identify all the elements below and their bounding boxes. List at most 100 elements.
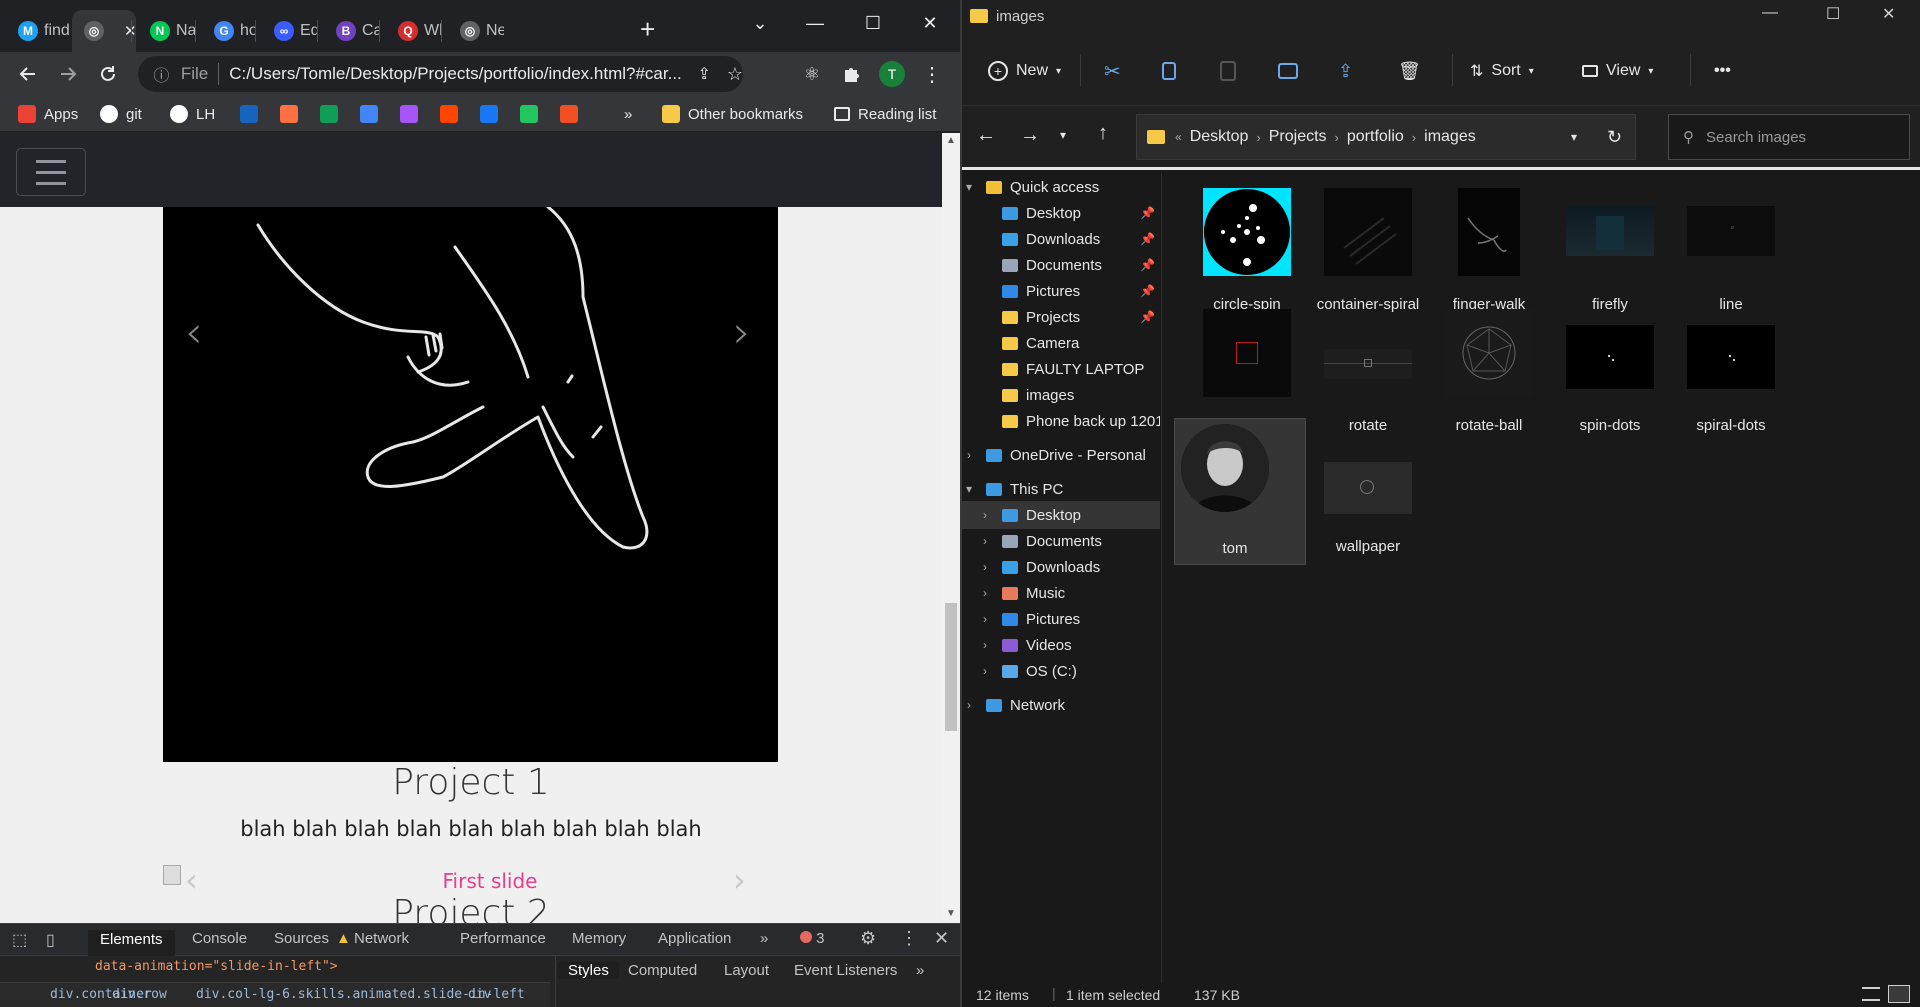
maximize-button[interactable]: ☐ [1826,4,1840,24]
address-dropdown-icon[interactable]: ▾ [1571,130,1577,144]
nav-this-pc[interactable]: ▾ This PC [962,475,1160,503]
bookmark-8[interactable] [440,102,458,126]
carousel-prev-button[interactable]: ‹ [185,307,203,358]
chevron-down-icon[interactable]: ▾ [962,482,976,496]
share-icon[interactable]: ⇪ [697,64,710,84]
device-toolbar-icon[interactable]: ▯ [46,930,55,950]
recent-chevron-icon[interactable]: ▾ [1060,128,1066,142]
nav-quick-downloads[interactable]: Downloads 📌 [962,225,1160,253]
bookmark-5[interactable] [320,102,338,126]
nav-pc-documents[interactable]: › Documents [962,527,1160,555]
address-bar[interactable]: ⓘ File C:/Users/Tomle/Desktop/Projects/p… [138,56,743,92]
chevron-right-icon[interactable]: › [978,612,992,626]
nav-pc-desktop[interactable]: › Desktop [962,501,1160,529]
back-button[interactable] [14,60,42,88]
chevron-right-icon[interactable]: › [978,586,992,600]
scrollbar-thumb[interactable] [945,603,957,731]
bookmark-2[interactable]: LH [170,102,215,126]
maximize-button[interactable]: ☐ [853,6,893,40]
breadcrumb-item[interactable]: div.row [112,987,167,1002]
hamburger-menu-button[interactable] [16,148,86,196]
settings-gear-icon[interactable]: ⚙ [860,928,876,949]
chrome-menu-button[interactable]: ⋮ [918,60,946,88]
path-segment[interactable]: Desktop [1190,128,1249,146]
bookmark-11[interactable] [560,102,578,126]
file-item-wallpaper[interactable]: wallpaper [1303,422,1433,567]
back-arrow-icon[interactable]: ← [976,124,996,147]
devtools-more-tabs[interactable]: » [760,930,768,947]
paste-button[interactable] [1220,58,1236,84]
chevron-right-icon[interactable]: › [1256,130,1260,145]
path-segment[interactable]: portfolio [1347,128,1404,146]
info-icon[interactable]: ⓘ [148,62,175,86]
devtools-tab-sources[interactable]: Sources [274,930,329,947]
more-options-button[interactable]: ••• [1714,58,1731,84]
reading-list[interactable]: Reading list [834,102,936,126]
bookmark-3[interactable] [240,102,258,126]
tab-1[interactable]: ◎ ✕ [72,10,136,52]
bookmark-7[interactable] [400,102,418,126]
path-segment[interactable]: Projects [1269,128,1327,146]
tab-7[interactable]: ◎ Nev [442,10,504,52]
nav-quick-camera[interactable]: Camera [962,329,1160,357]
cut-button[interactable]: ✂ [1104,58,1121,84]
file-item-rotate-ball[interactable]: rotate-ball [1424,301,1554,446]
nav-quick-pictures[interactable]: Pictures 📌 [962,277,1160,305]
minimize-button[interactable]: — [795,6,835,40]
tab-5[interactable]: B Carc [318,10,380,52]
nav-quick-phone-back-up-1201[interactable]: Phone back up 1201 [962,407,1160,435]
nav-quick-documents[interactable]: Documents 📌 [962,251,1160,279]
bookmark-4[interactable] [280,102,298,126]
chevron-right-icon[interactable]: › [962,448,976,462]
chevron-right-icon[interactable]: › [978,534,992,548]
nav-pc-videos[interactable]: › Videos [962,631,1160,659]
styles-more-tabs[interactable]: » [916,962,924,979]
nav-quick-projects[interactable]: Projects 📌 [962,303,1160,331]
nav-pc-downloads[interactable]: › Downloads [962,553,1160,581]
error-badge[interactable]: 3 [800,930,825,947]
scroll-up-arrow[interactable]: ▲ [946,135,956,146]
code-line[interactable]: data-animation="slide-in-left"> [95,959,338,974]
extensions-icon[interactable] [838,60,866,88]
up-arrow-icon[interactable]: ↑ [1098,122,1108,145]
copy-button[interactable] [1162,58,1176,84]
chevron-right-icon[interactable]: › [978,508,992,522]
tab-6[interactable]: Q Wha [380,10,442,52]
search-input[interactable]: ⚲ Search images [1668,114,1910,160]
path-segment[interactable]: images [1424,128,1476,146]
chevron-right-icon[interactable]: › [1412,130,1416,145]
refresh-icon[interactable]: ↻ [1607,127,1622,148]
nav-network[interactable]: › Network [962,691,1160,719]
tab-search-button[interactable]: ⌄ [740,6,780,40]
tiles-view-icon[interactable] [1888,985,1910,1003]
devtools-menu-icon[interactable]: ⋮ [900,928,918,949]
forward-button[interactable] [54,60,82,88]
bookmark-9[interactable] [480,102,498,126]
carousel-next-button[interactable]: › [733,307,751,358]
sort-button[interactable]: ⇅ Sort ▾ [1470,58,1534,84]
new-tab-button[interactable]: + [640,14,655,45]
nav-pc-os-c-[interactable]: › OS (C:) [962,657,1160,685]
minimize-button[interactable]: — [1762,4,1778,22]
forward-arrow-icon[interactable]: → [1020,124,1040,147]
chevron-down-icon[interactable]: ▾ [962,180,976,194]
style-tab-styles[interactable]: Styles [558,962,619,979]
file-item-spin-dots[interactable]: spin-dots [1545,301,1675,446]
chevron-right-icon[interactable]: › [1335,130,1339,145]
bookmark-10[interactable] [520,102,538,126]
breadcrumb-item[interactable]: div [468,987,491,1002]
devtools-tab-application[interactable]: Application [658,930,731,947]
devtools-close-icon[interactable]: ✕ [934,928,949,949]
devtools-tab-memory[interactable]: Memory [572,930,626,947]
bookmark-0[interactable]: Apps [18,102,78,126]
nav-onedrive[interactable]: › OneDrive - Personal [962,441,1160,469]
devtools-tab-performance[interactable]: Performance [460,930,546,947]
inspect-element-icon[interactable]: ⬚ [12,930,27,950]
chevron-right-icon[interactable]: › [962,698,976,712]
profile-avatar[interactable]: T [878,60,906,88]
url-text[interactable]: C:/Users/Tomle/Desktop/Projects/portfoli… [229,64,689,84]
tab-2[interactable]: N Nav [132,10,196,52]
file-item-spiral-dots[interactable]: spiral-dots [1666,301,1796,446]
react-extension-icon[interactable]: ⚛ [798,60,826,88]
breadcrumb-overflow[interactable]: « [1175,130,1182,144]
